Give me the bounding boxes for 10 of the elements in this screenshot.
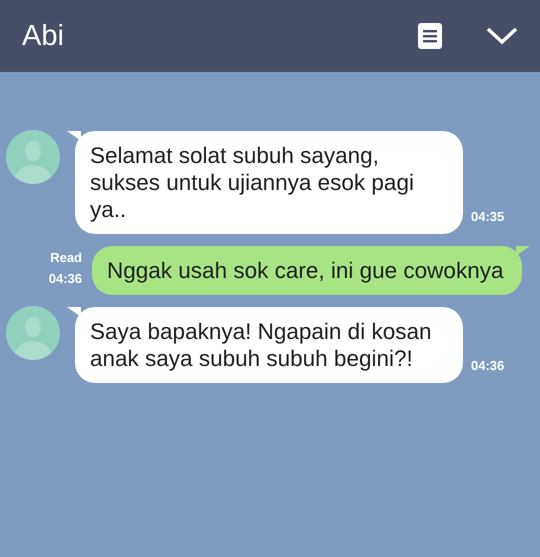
chat-title: Abi xyxy=(22,20,64,52)
read-receipt: Read xyxy=(50,249,82,267)
message-bubble: Selamat solat subuh sayang, sukses untuk ujiannya esok pagi ya.. xyxy=(67,131,463,234)
timestamp: 04:36 xyxy=(48,270,82,288)
chevron-down-icon[interactable] xyxy=(486,26,518,46)
notes-icon[interactable] xyxy=(418,23,442,49)
message-bubble: Nggak usah sok care, ini gue cowoknya xyxy=(92,246,530,295)
timestamp: 04:35 xyxy=(471,208,504,226)
timestamp: 04:36 xyxy=(471,357,504,375)
message-bubble: Saya bapaknya! Ngapain di kosan anak saya subuh subuh begini?! xyxy=(67,307,463,383)
